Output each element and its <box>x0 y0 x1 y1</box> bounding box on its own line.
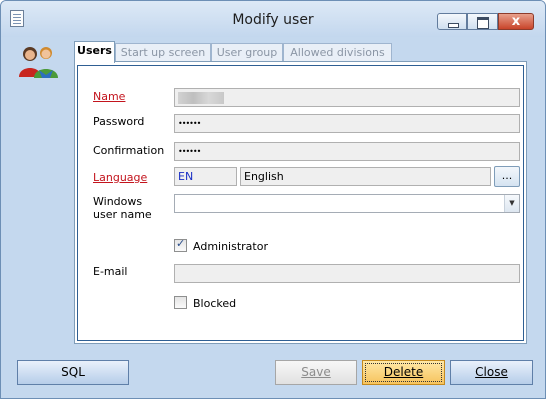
title-bar[interactable]: Modify user x <box>1 1 545 37</box>
tab-allowed-divisions[interactable]: Allowed divisions <box>283 43 392 61</box>
delete-button[interactable]: Delete <box>362 360 445 385</box>
minimize-button[interactable] <box>437 13 467 30</box>
administrator-checkbox[interactable]: ✓ <box>174 237 187 252</box>
windows-user-label-line2: user name <box>93 208 152 221</box>
email-field[interactable] <box>174 264 520 283</box>
check-icon: ✓ <box>176 237 186 250</box>
tab-users[interactable]: Users <box>74 41 115 63</box>
language-name-field: English <box>240 167 491 186</box>
maximize-icon <box>477 17 489 29</box>
windows-user-dropdown[interactable]: ▼ <box>174 194 520 213</box>
close-button[interactable]: Close <box>450 360 533 385</box>
chevron-down-icon[interactable]: ▼ <box>504 195 519 212</box>
name-label: Name <box>93 90 126 103</box>
windows-user-label-line1: Windows <box>93 195 143 208</box>
name-field[interactable] <box>174 88 520 107</box>
minimize-icon <box>448 23 459 28</box>
sql-button[interactable]: SQL <box>17 360 129 385</box>
administrator-label: Administrator <box>193 240 268 253</box>
language-browse-button[interactable]: ... <box>494 166 520 187</box>
tab-user-group[interactable]: User group <box>211 43 283 61</box>
modify-user-window: Modify user x Users Start up screen User… <box>0 0 546 399</box>
confirmation-label: Confirmation <box>93 144 165 157</box>
email-label: E-mail <box>93 265 128 278</box>
focus-ring <box>365 363 442 382</box>
close-window-button[interactable]: x <box>498 13 534 30</box>
language-code-field[interactable]: EN <box>174 167 237 186</box>
redacted-name <box>178 92 224 104</box>
language-label: Language <box>93 171 148 184</box>
close-icon: x <box>511 14 521 29</box>
save-button[interactable]: Save <box>275 360 357 385</box>
form-frame: Name Password •••••• Confirmation ••••••… <box>77 65 524 341</box>
password-label: Password <box>93 115 145 128</box>
blocked-checkbox[interactable] <box>174 296 187 309</box>
users-icon <box>19 47 58 78</box>
password-field[interactable]: •••••• <box>174 114 520 133</box>
maximize-button[interactable] <box>467 13 498 30</box>
blocked-label: Blocked <box>193 297 237 310</box>
confirmation-field[interactable]: •••••• <box>174 142 520 161</box>
users-tab-panel: Name Password •••••• Confirmation ••••••… <box>74 61 527 344</box>
close-button-label: Close <box>475 365 508 379</box>
save-button-label: Save <box>301 365 331 379</box>
tab-start-up-screen[interactable]: Start up screen <box>115 43 211 61</box>
